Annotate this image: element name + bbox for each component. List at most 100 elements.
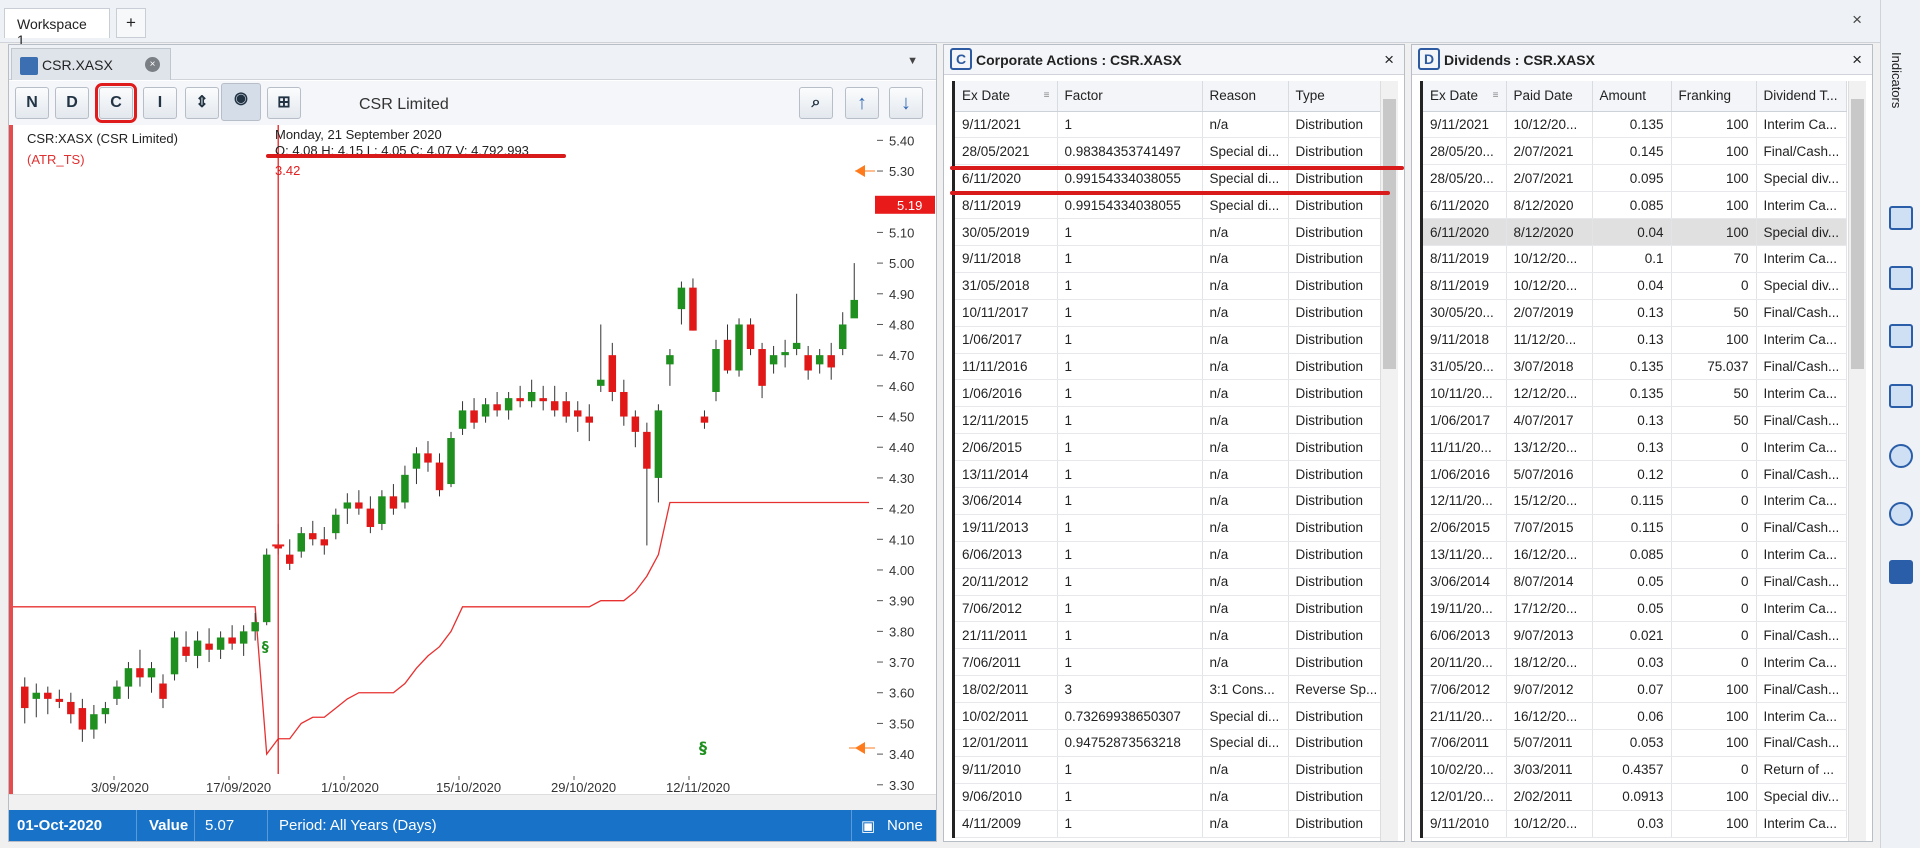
table-row[interactable]: 9/11/2021 10/12/20... 0.135 100 Interim Ca..… — [1423, 111, 1848, 139]
table-row[interactable]: 31/05/20... 3/07/2018 0.135 75.037 Final/Cas… — [1423, 353, 1848, 381]
table-row[interactable]: 28/05/20... 2/07/2021 0.095 100 Special div.… — [1423, 164, 1848, 193]
price-chart[interactable]: 5.405.305.205.105.004.904.804.704.604.50… — [9, 125, 936, 794]
column-header[interactable]: Type — [1288, 81, 1386, 112]
table-row[interactable]: 2/06/2015 1 n/a Distribution — [955, 433, 1386, 462]
table-row[interactable]: 30/05/2019 1 n/a Distribution — [955, 218, 1386, 246]
table-row[interactable]: 9/11/2010 10/12/20... 0.03 100 Interim Ca... — [1423, 810, 1848, 838]
table-row[interactable]: 2/06/2015 7/07/2015 0.115 0 Final/Cash... — [1423, 514, 1848, 542]
chart-tool-icon[interactable] — [1889, 444, 1913, 468]
news-button[interactable]: N — [15, 87, 49, 119]
table-row[interactable]: 8/11/2019 10/12/20... 0.1 70 Interim Ca... — [1423, 245, 1848, 273]
chart-tool-icon[interactable] — [1889, 266, 1913, 290]
table-row[interactable]: 21/11/2011 1 n/a Distribution — [955, 621, 1386, 650]
table-row[interactable]: 19/11/2013 1 n/a Distribution — [955, 514, 1386, 542]
column-header[interactable]: Amount — [1592, 81, 1672, 112]
table-row[interactable]: 6/06/2013 9/07/2013 0.021 0 Final/Cash... — [1423, 621, 1848, 650]
dividends-scrollbar[interactable] — [1848, 81, 1866, 841]
corporate-actions-scrollbar[interactable] — [1380, 81, 1398, 841]
chart-tool-icon[interactable] — [1889, 502, 1913, 526]
workspace-tab[interactable]: Workspace 1 — [4, 8, 110, 48]
table-row[interactable]: 7/06/2011 1 n/a Distribution — [955, 648, 1386, 677]
table-row[interactable]: 9/11/2018 1 n/a Distribution — [955, 245, 1386, 273]
table-row[interactable]: 20/11/2012 1 n/a Distribution — [955, 568, 1386, 596]
table-row[interactable]: 6/06/2013 1 n/a Distribution — [955, 541, 1386, 569]
status-none[interactable]: None — [887, 817, 923, 834]
table-row[interactable]: 11/11/2016 1 n/a Distribution — [955, 353, 1386, 381]
close-workspace-icon[interactable]: × — [1852, 10, 1862, 30]
info-button[interactable]: I — [143, 87, 177, 119]
chart-h-scrollbar[interactable] — [9, 794, 936, 810]
close-tab-icon[interactable]: × — [145, 57, 160, 72]
arrow-down-icon[interactable]: ↓ — [889, 87, 923, 119]
chart-tab[interactable]: CSR.XASX × — [11, 48, 171, 80]
table-row[interactable]: 1/06/2017 4/07/2017 0.13 50 Final/Cash... — [1423, 406, 1848, 435]
table-row[interactable]: 13/11/2014 1 n/a Distribution — [955, 460, 1386, 488]
corporate-actions-button[interactable]: C — [95, 83, 137, 123]
tab-dropdown-icon[interactable]: ▼ — [907, 55, 918, 67]
table-row[interactable]: 6/11/2020 8/12/2020 0.04 100 Special div... — [1423, 218, 1848, 246]
table-row[interactable]: 21/11/20... 16/12/20... 0.06 100 Interim Ca.… — [1423, 702, 1848, 730]
close-panel-icon[interactable]: × — [1852, 50, 1862, 70]
table-row[interactable]: 1/06/2017 1 n/a Distribution — [955, 326, 1386, 354]
table-row[interactable]: 28/05/2021 0.98384353741497 Special di... D… — [955, 137, 1386, 166]
candle-body — [216, 637, 225, 650]
chart-tool-icon[interactable] — [1889, 384, 1913, 408]
table-row[interactable]: 9/11/2021 1 n/a Distribution — [955, 111, 1386, 139]
add-workspace-button[interactable]: + — [116, 8, 146, 38]
table-row[interactable]: 18/02/2011 3 3:1 Cons... Reverse Sp... — [955, 675, 1386, 704]
table-row[interactable]: 1/06/2016 5/07/2016 0.12 0 Final/Cash... — [1423, 460, 1848, 488]
table-row[interactable]: 10/02/20... 3/03/2011 0.4357 0 Return of ... — [1423, 756, 1848, 784]
table-row[interactable]: 6/11/2020 8/12/2020 0.085 100 Interim Ca... — [1423, 191, 1848, 220]
table-row[interactable]: 13/11/20... 16/12/20... 0.085 0 Interim Ca..… — [1423, 541, 1848, 569]
table-row[interactable]: 11/11/20... 13/12/20... 0.13 0 Interim Ca... — [1423, 433, 1848, 462]
close-panel-icon[interactable]: × — [1384, 50, 1394, 70]
sort-icon[interactable]: ≡ — [1044, 90, 1050, 101]
chart-tool-icon[interactable] — [1889, 206, 1913, 230]
table-row[interactable]: 12/01/2011 0.94752873563218 Special di... D… — [955, 729, 1386, 757]
chart-tool-icon[interactable] — [1889, 324, 1913, 348]
zoom-icon[interactable]: ⌕ — [799, 87, 833, 119]
column-header[interactable]: Ex Date ≡ — [1423, 81, 1507, 112]
table-row[interactable]: 7/06/2011 5/07/2011 0.053 100 Final/Cash... — [1423, 729, 1848, 757]
table-row[interactable]: 7/06/2012 1 n/a Distribution — [955, 595, 1386, 623]
table-row[interactable]: 10/11/20... 12/12/20... 0.135 50 Interim Ca.… — [1423, 379, 1848, 408]
indicator-toggle-button[interactable]: ⇕ — [185, 87, 219, 119]
column-header[interactable]: Factor — [1057, 81, 1203, 112]
column-header[interactable]: Paid Date — [1506, 81, 1593, 112]
table-row[interactable]: 9/06/2010 1 n/a Distribution — [955, 783, 1386, 811]
table-cell: 0 — [1671, 621, 1757, 650]
table-row[interactable]: 19/11/20... 17/12/20... 0.05 0 Interim Ca... — [1423, 595, 1848, 623]
globe-button[interactable]: ◉ — [221, 83, 261, 121]
dividends-button[interactable]: D — [55, 87, 89, 119]
column-header[interactable]: Franking — [1671, 81, 1757, 112]
column-header[interactable]: Reason — [1202, 81, 1289, 112]
table-row[interactable]: 12/11/20... 15/12/20... 0.115 0 Interim Ca..… — [1423, 487, 1848, 515]
arrow-up-icon[interactable]: ↑ — [845, 87, 879, 119]
chart-tool-icon[interactable] — [1889, 560, 1913, 584]
table-row[interactable]: 9/11/2010 1 n/a Distribution — [955, 756, 1386, 784]
column-header[interactable]: Dividend T... — [1756, 81, 1848, 112]
table-row[interactable]: 31/05/2018 1 n/a Distribution — [955, 272, 1386, 300]
table-row[interactable]: 10/11/2017 1 n/a Distribution — [955, 299, 1386, 327]
table-row[interactable]: 12/01/20... 2/02/2011 0.0913 100 Special div… — [1423, 783, 1848, 811]
chart-canvas[interactable]: 5.405.305.205.105.004.904.804.704.604.50… — [9, 125, 936, 794]
table-row[interactable]: 7/06/2012 9/07/2012 0.07 100 Final/Cash... — [1423, 675, 1848, 704]
column-header[interactable]: Ex Date ≡ — [955, 81, 1058, 112]
table-row[interactable]: 30/05/20... 2/07/2019 0.13 50 Final/Cash... — [1423, 299, 1848, 327]
table-row[interactable]: 10/02/2011 0.73269938650307 Special di... D… — [955, 702, 1386, 730]
table-cell: Special div... — [1756, 164, 1848, 193]
table-row[interactable]: 12/11/2015 1 n/a Distribution — [955, 406, 1386, 435]
table-row[interactable]: 20/11/20... 18/12/20... 0.03 0 Interim Ca... — [1423, 648, 1848, 677]
hierarchy-button[interactable]: ⊞ — [267, 87, 301, 119]
table-row[interactable]: 9/11/2018 11/12/20... 0.13 100 Interim Ca... — [1423, 326, 1848, 354]
sort-icon[interactable]: ≡ — [1493, 90, 1499, 101]
table-row[interactable]: 4/11/2009 1 n/a Distribution — [955, 810, 1386, 838]
table-row[interactable]: 1/06/2016 1 n/a Distribution — [955, 379, 1386, 408]
table-row[interactable]: 8/11/2019 0.99154334038055 Special di... Di… — [955, 191, 1386, 220]
status-options-icon[interactable]: ▣ — [861, 817, 875, 835]
table-row[interactable]: 8/11/2019 10/12/20... 0.04 0 Special div... — [1423, 272, 1848, 300]
indicators-label[interactable]: Indicators — [1889, 52, 1904, 108]
table-row[interactable]: 28/05/20... 2/07/2021 0.145 100 Final/Cash..… — [1423, 137, 1848, 166]
table-row[interactable]: 3/06/2014 1 n/a Distribution — [955, 487, 1386, 515]
table-row[interactable]: 3/06/2014 8/07/2014 0.05 0 Final/Cash... — [1423, 568, 1848, 596]
